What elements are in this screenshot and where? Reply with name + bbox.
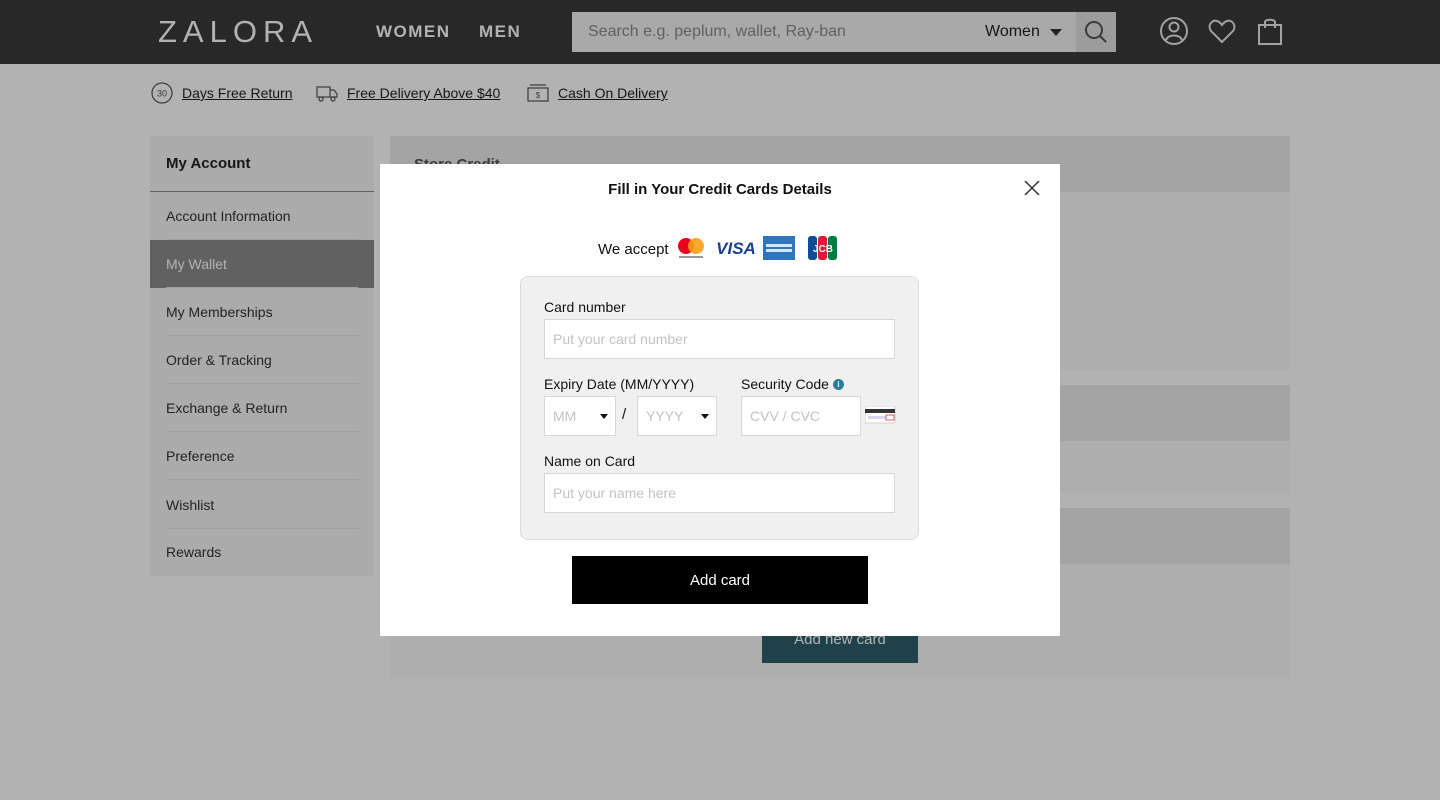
visa-icon: VISA: [716, 239, 756, 258]
add-card-button[interactable]: Add card: [572, 556, 868, 604]
svg-text:JCB: JCB: [813, 244, 833, 255]
security-code-input[interactable]: [741, 396, 861, 436]
modal-title: Fill in Your Credit Cards Details: [608, 181, 832, 198]
we-accept-label: We accept: [598, 241, 669, 258]
chevron-down-icon: [701, 414, 709, 419]
security-code-label: Security Code: [741, 376, 829, 392]
expiry-year-placeholder: YYYY: [646, 408, 684, 424]
close-icon[interactable]: [1022, 178, 1042, 198]
card-number-label: Card number: [544, 299, 626, 315]
expiry-separator: /: [622, 406, 627, 423]
info-icon[interactable]: i: [833, 379, 844, 390]
name-on-card-input[interactable]: [544, 473, 895, 513]
credit-card-modal: Fill in Your Credit Cards Details We acc…: [380, 164, 1060, 636]
jcb-icon: JCB: [808, 236, 837, 260]
chevron-down-icon: [600, 414, 608, 419]
name-on-card-label: Name on Card: [544, 453, 636, 469]
expiry-year-select[interactable]: YYYY: [637, 396, 717, 436]
cvv-card-back-icon: [865, 406, 896, 424]
expiry-date-label: Expiry Date (MM/YYYY): [544, 376, 695, 392]
expiry-month-select[interactable]: MM: [544, 396, 616, 436]
expiry-month-placeholder: MM: [553, 408, 577, 424]
mastercard-icon: [678, 238, 704, 258]
card-form: Card number Expiry Date (MM/YYYY) MM / Y…: [520, 276, 919, 540]
card-number-input[interactable]: [544, 319, 895, 359]
amex-icon: [763, 236, 795, 260]
svg-text:VISA: VISA: [716, 239, 756, 258]
